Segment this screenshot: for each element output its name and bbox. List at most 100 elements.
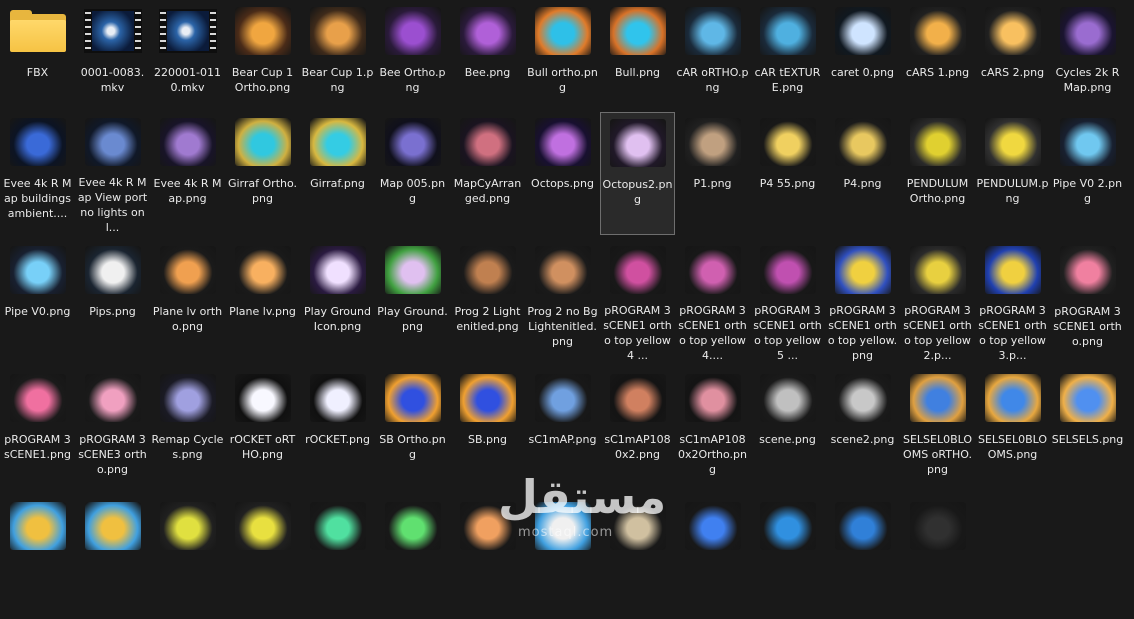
image-file-item[interactable]: MapCyArranged.png (450, 112, 525, 235)
image-file-item[interactable] (900, 496, 975, 619)
image-file-item[interactable] (525, 496, 600, 619)
image-preview (759, 7, 816, 55)
file-name: SB Ortho.png (379, 433, 446, 461)
thumbnail (907, 3, 969, 59)
image-file-item[interactable]: caret 0.png (825, 1, 900, 124)
file-name: Bull ortho.png (527, 66, 598, 94)
image-file-item[interactable]: cAR oRTHO.png (675, 1, 750, 124)
image-file-item[interactable]: Evee 4k R Map View port no lights onl... (75, 112, 150, 235)
image-file-item[interactable] (825, 496, 900, 619)
image-file-item[interactable]: Bull ortho.png (525, 1, 600, 124)
image-preview (84, 246, 141, 294)
image-file-item[interactable]: pROGRAM 3 sCENE1 ortho top yellow2.p... (900, 240, 975, 363)
image-preview (459, 374, 516, 422)
thumbnail (982, 3, 1044, 59)
video-file-item[interactable]: 0001-0083.mkv (75, 1, 150, 124)
image-file-item[interactable]: Girraf.png (300, 112, 375, 235)
image-file-item[interactable] (375, 496, 450, 619)
image-file-item[interactable]: Play Ground.png (375, 240, 450, 363)
image-file-item[interactable]: cAR tEXTURE.png (750, 1, 825, 124)
image-file-item[interactable]: Bear Cup 1.png (300, 1, 375, 124)
image-file-item[interactable]: pROGRAM 3 sCENE1 ortho top yellow 4.... (675, 240, 750, 363)
image-file-item[interactable]: Evee 4k R Map.png (150, 112, 225, 235)
image-file-item[interactable]: Bear Cup 1 Ortho.png (225, 1, 300, 124)
thumbnail (382, 370, 444, 426)
image-file-item[interactable]: Bull.png (600, 1, 675, 124)
image-file-item[interactable] (750, 496, 825, 619)
thumbnail (82, 498, 144, 554)
file-name: 0001-0083.mkv (80, 66, 145, 94)
image-file-item[interactable]: SB Ortho.png (375, 368, 450, 491)
image-file-item[interactable]: pROGRAM 3 sCENE1 ortho top yellow3.p... (975, 240, 1050, 363)
video-file-item[interactable]: 220001-0110.mkv (150, 1, 225, 124)
file-name: Evee 4k R Map.png (153, 177, 222, 205)
image-file-item[interactable]: pROGRAM 3 sCENE1 ortho top yellow.png (825, 240, 900, 363)
image-file-item[interactable]: Map 005.png (375, 112, 450, 235)
image-file-item[interactable]: Pips.png (75, 240, 150, 363)
image-file-item[interactable]: pROGRAM 3 sCENE1 ortho top yellow 5 ... (750, 240, 825, 363)
image-file-item[interactable]: Pipe V0 2.png (1050, 112, 1125, 235)
thumbnail (532, 498, 594, 554)
image-file-item[interactable]: Octops.png (525, 112, 600, 235)
image-file-item[interactable]: pROGRAM 3 sCENE3 ortho.png (75, 368, 150, 491)
image-file-item[interactable]: P1.png (675, 112, 750, 235)
image-file-item[interactable]: rOCKET.png (300, 368, 375, 491)
image-preview (684, 374, 741, 422)
image-file-item[interactable]: PENDULUM.png (975, 112, 1050, 235)
image-file-item[interactable]: Plane lv ortho.png (150, 240, 225, 363)
image-file-item[interactable]: pROGRAM 3 sCENE1.png (0, 368, 75, 491)
image-file-item[interactable]: SELSEL0BLOOMS oRTHO.png (900, 368, 975, 491)
image-preview (84, 117, 141, 166)
thumbnail (757, 370, 819, 426)
image-file-item[interactable] (225, 496, 300, 619)
file-name: Pips.png (89, 305, 136, 318)
file-name: SELSEL0BLOOMS oRTHO.png (902, 433, 973, 476)
image-file-item[interactable]: Play Ground Icon.png (300, 240, 375, 363)
thumbnail (532, 3, 594, 59)
image-file-item[interactable]: Prog 2 Lightenitled.png (450, 240, 525, 363)
image-file-item[interactable]: rOCKET oRTHO.png (225, 368, 300, 491)
image-file-item[interactable]: Evee 4k R Map buildings ambient.... (0, 112, 75, 235)
image-file-item[interactable] (300, 496, 375, 619)
image-file-item[interactable]: Girraf Ortho.png (225, 112, 300, 235)
file-name: Plane lv ortho.png (152, 305, 223, 333)
image-file-item[interactable]: SB.png (450, 368, 525, 491)
image-file-item[interactable]: cARS 1.png (900, 1, 975, 124)
folder-item[interactable]: FBX (0, 1, 75, 124)
image-file-item[interactable]: P4 55.png (750, 112, 825, 235)
image-file-item[interactable] (450, 496, 525, 619)
image-preview (1059, 246, 1116, 294)
image-file-item[interactable]: sC1mAP.png (525, 368, 600, 491)
image-file-item[interactable]: sC1mAP1080x2Ortho.png (675, 368, 750, 491)
image-file-item[interactable]: sC1mAP1080x2.png (600, 368, 675, 491)
image-preview (309, 502, 366, 550)
image-file-item[interactable]: P4.png (825, 112, 900, 235)
image-file-item[interactable] (0, 496, 75, 619)
file-name: Pipe V0 2.png (1052, 177, 1123, 205)
image-file-item[interactable]: Prog 2 no Bg Lightenitled.png (525, 240, 600, 363)
image-file-item[interactable]: Pipe V0.png (0, 240, 75, 363)
image-file-item[interactable]: Plane lv.png (225, 240, 300, 363)
image-file-item[interactable]: Octopus2.png (600, 112, 675, 235)
image-file-item[interactable]: Remap Cycles.png (150, 368, 225, 491)
image-file-item[interactable]: Bee Ortho.png (375, 1, 450, 124)
file-name: Bear Cup 1 Ortho.png (231, 66, 294, 94)
image-file-item[interactable]: cARS 2.png (975, 1, 1050, 124)
file-name: cARS 2.png (980, 66, 1045, 79)
image-file-item[interactable] (150, 496, 225, 619)
image-file-item[interactable]: scene2.png (825, 368, 900, 491)
image-file-item[interactable]: pROGRAM 3 sCENE1 ortho top yellow 4 ... (600, 240, 675, 363)
image-file-item[interactable]: SELSEL0BLOOMS.png (975, 368, 1050, 491)
image-file-item[interactable]: scene.png (750, 368, 825, 491)
thumbnail (307, 114, 369, 170)
image-file-item[interactable]: PENDULUM Ortho.png (900, 112, 975, 235)
image-file-item[interactable] (675, 496, 750, 619)
image-file-item[interactable]: Bee.png (450, 1, 525, 124)
image-preview (684, 118, 741, 166)
image-file-item[interactable]: pROGRAM 3 sCENE1 ortho.png (1050, 240, 1125, 363)
image-file-item[interactable] (75, 496, 150, 619)
image-file-item[interactable] (600, 496, 675, 619)
thumbnail (232, 370, 294, 426)
image-file-item[interactable]: Cycles 2k R Map.png (1050, 1, 1125, 124)
image-file-item[interactable]: SELSELS.png (1050, 368, 1125, 491)
